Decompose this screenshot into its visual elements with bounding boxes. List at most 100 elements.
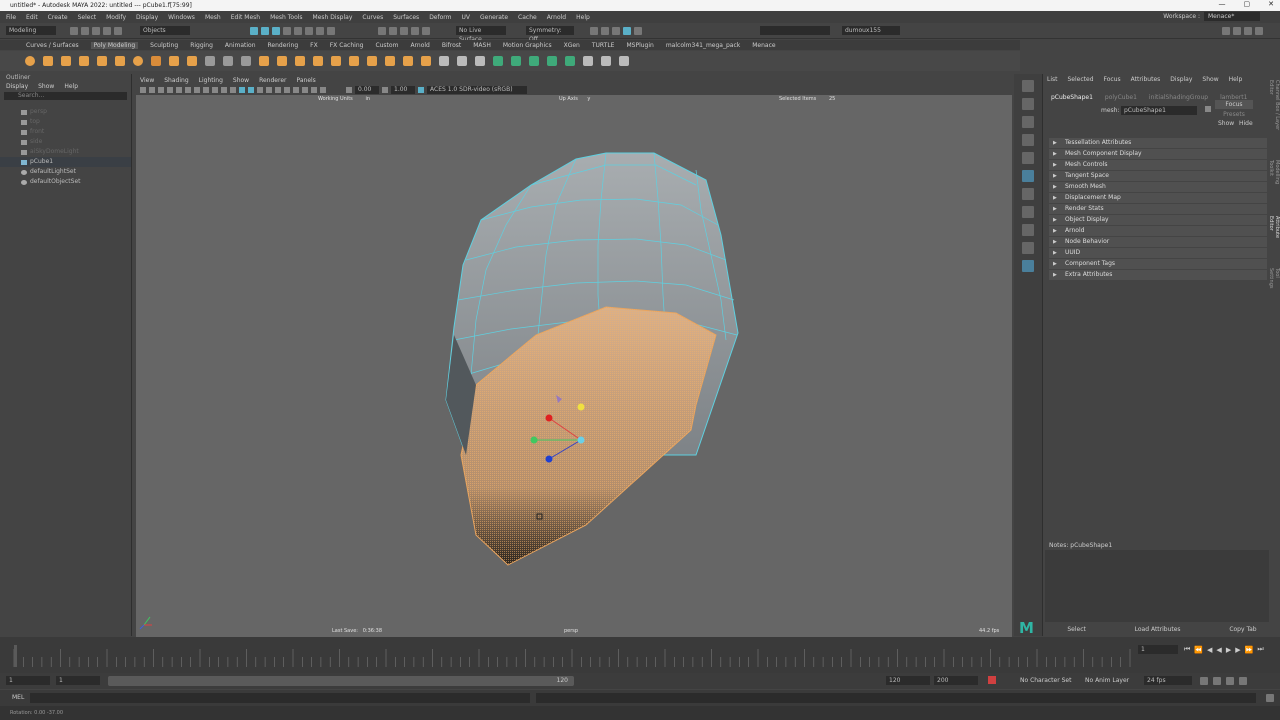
ae-section-arnold[interactable]: Arnold — [1049, 226, 1267, 236]
exposure-field[interactable]: 0.00 — [355, 86, 379, 94]
ae-section-tangent-space[interactable]: Tangent Space — [1049, 171, 1267, 181]
menu-edit[interactable]: Edit — [26, 14, 38, 21]
manipulator-center-handle[interactable] — [577, 403, 585, 411]
boolean-icon[interactable] — [259, 56, 269, 66]
redo-icon[interactable] — [114, 27, 122, 35]
manipulator-x-handle[interactable] — [545, 414, 553, 422]
combine-icon[interactable] — [205, 56, 215, 66]
move-tool-icon[interactable] — [1022, 134, 1034, 146]
playback-start-field[interactable]: 1 — [56, 676, 100, 685]
outliner-item-default-object-set[interactable]: defaultObjectSet — [0, 177, 131, 187]
loop-icon[interactable] — [1200, 677, 1208, 685]
uv-editor-icon[interactable] — [565, 56, 575, 66]
ae-node-name-field[interactable]: pCubeShape1 — [1121, 106, 1197, 115]
poly-sphere-icon[interactable] — [25, 56, 35, 66]
planar-uv-icon[interactable] — [511, 56, 521, 66]
ae-menu-list[interactable]: List — [1047, 76, 1058, 83]
menu-mesh-tools[interactable]: Mesh Tools — [270, 14, 302, 21]
gate-mask-icon[interactable] — [203, 87, 209, 93]
shelf-tab-turtle[interactable]: TURTLE — [592, 42, 615, 49]
append-polygon-icon[interactable] — [367, 56, 377, 66]
menu-arnold[interactable]: Arnold — [547, 14, 566, 21]
animation-preferences-icon[interactable] — [1239, 677, 1247, 685]
key-icon[interactable] — [1226, 677, 1234, 685]
outliner-item-persp[interactable]: persp — [0, 107, 131, 117]
save-scene-icon[interactable] — [92, 27, 100, 35]
select-camera-icon[interactable] — [140, 87, 146, 93]
super-shape-icon[interactable] — [169, 56, 179, 66]
viewport-menu-shading[interactable]: Shading — [164, 77, 188, 84]
toggle-tool-settings-icon[interactable] — [1244, 27, 1252, 35]
ae-section-component-tags[interactable]: Component Tags — [1049, 259, 1267, 269]
ae-section-extra-attributes[interactable]: Extra Attributes — [1049, 270, 1267, 280]
snap-point-icon[interactable] — [400, 27, 408, 35]
menu-deform[interactable]: Deform — [429, 14, 451, 21]
ambient-occlusion-icon[interactable] — [293, 87, 299, 93]
shelf-tab-mash[interactable]: MASH — [473, 42, 491, 49]
multi-cut-icon[interactable] — [421, 56, 431, 66]
menu-cache[interactable]: Cache — [518, 14, 537, 21]
use-lights-icon[interactable] — [275, 87, 281, 93]
minimize-button[interactable]: — — [1219, 0, 1226, 8]
menu-generate[interactable]: Generate — [480, 14, 508, 21]
snap-grid-icon[interactable] — [378, 27, 386, 35]
select-by-component-icon[interactable] — [272, 27, 280, 35]
menu-display[interactable]: Display — [136, 14, 158, 21]
outliner-item-side[interactable]: side — [0, 137, 131, 147]
poly-cylinder-icon[interactable] — [61, 56, 71, 66]
camera-attributes-icon[interactable] — [149, 87, 155, 93]
safe-title-icon[interactable] — [230, 87, 236, 93]
range-bar[interactable]: 120 — [108, 676, 574, 686]
lasso-tool-icon[interactable] — [1022, 98, 1034, 110]
side-tab-tool-settings[interactable]: Tool Settings — [1268, 268, 1280, 300]
face-mask-icon[interactable] — [305, 27, 313, 35]
go-to-start-icon[interactable]: ⏮ — [1184, 645, 1190, 654]
outliner-item-skydome[interactable]: aiSkyDomeLight — [0, 147, 131, 157]
offset-edge-loop-icon[interactable] — [457, 56, 467, 66]
menu-windows[interactable]: Windows — [168, 14, 195, 21]
selection-mode-dropdown[interactable]: Objects — [140, 26, 190, 35]
outliner-item-front[interactable]: front — [0, 127, 131, 137]
persp-outliner-layout-icon[interactable] — [1022, 242, 1034, 254]
sound-icon[interactable] — [1213, 677, 1221, 685]
outliner-search-input[interactable]: Search... — [4, 92, 127, 100]
viewport-menu-renderer[interactable]: Renderer — [259, 77, 286, 84]
toggle-channel-box-icon[interactable] — [1255, 27, 1263, 35]
hypershade-icon[interactable] — [634, 27, 642, 35]
custom-layout-icon[interactable] — [1022, 260, 1034, 272]
select-by-hierarchy-icon[interactable] — [250, 27, 258, 35]
command-input[interactable] — [30, 693, 530, 703]
image-plane-icon[interactable] — [167, 87, 173, 93]
mirror-icon[interactable] — [349, 56, 359, 66]
step-back-frame-icon[interactable]: ◀ — [1207, 646, 1212, 654]
go-to-end-icon[interactable]: ⏭ — [1257, 645, 1263, 654]
resolution-gate-icon[interactable] — [194, 87, 200, 93]
poly-disc-icon[interactable] — [133, 56, 143, 66]
lock-selection-icon[interactable] — [327, 27, 335, 35]
poly-torus-icon[interactable] — [97, 56, 107, 66]
numeric-input-field[interactable] — [760, 26, 830, 35]
ae-section-displacement-map[interactable]: Displacement Map — [1049, 193, 1267, 203]
menu-curves[interactable]: Curves — [362, 14, 383, 21]
pcube1-mesh[interactable] — [445, 152, 739, 566]
ae-load-attributes-button[interactable]: Load Attributes — [1135, 626, 1181, 636]
field-chart-icon[interactable] — [212, 87, 218, 93]
center-pivot-icon[interactable] — [619, 56, 629, 66]
menu-mesh[interactable]: Mesh — [205, 14, 221, 21]
shelf-tab-rendering[interactable]: Rendering — [268, 42, 299, 49]
ae-section-node-behavior[interactable]: Node Behavior — [1049, 237, 1267, 247]
shelf-tab-fx-caching[interactable]: FX Caching — [330, 42, 364, 49]
time-slider[interactable]: 1 ⏮ ⏪ ◀ ◀ ▶ ▶ ⏩ ⏭ — [0, 637, 1280, 673]
shelf-tab-poly-modeling[interactable]: Poly Modeling — [90, 41, 139, 49]
cylindrical-uv-icon[interactable] — [529, 56, 539, 66]
manipulator-z-handle[interactable] — [577, 436, 585, 444]
menu-set-dropdown[interactable]: Modeling — [6, 26, 56, 35]
freeze-transform-icon[interactable] — [601, 56, 611, 66]
uv-mask-icon[interactable] — [316, 27, 324, 35]
ae-menu-focus[interactable]: Focus — [1104, 76, 1121, 83]
current-time-marker[interactable] — [14, 645, 17, 667]
ae-menu-selected[interactable]: Selected — [1068, 76, 1094, 83]
smooth-shade-icon[interactable] — [248, 87, 254, 93]
side-tab-attribute-editor[interactable]: Attribute Editor — [1268, 216, 1280, 254]
smooth-icon[interactable] — [241, 56, 251, 66]
